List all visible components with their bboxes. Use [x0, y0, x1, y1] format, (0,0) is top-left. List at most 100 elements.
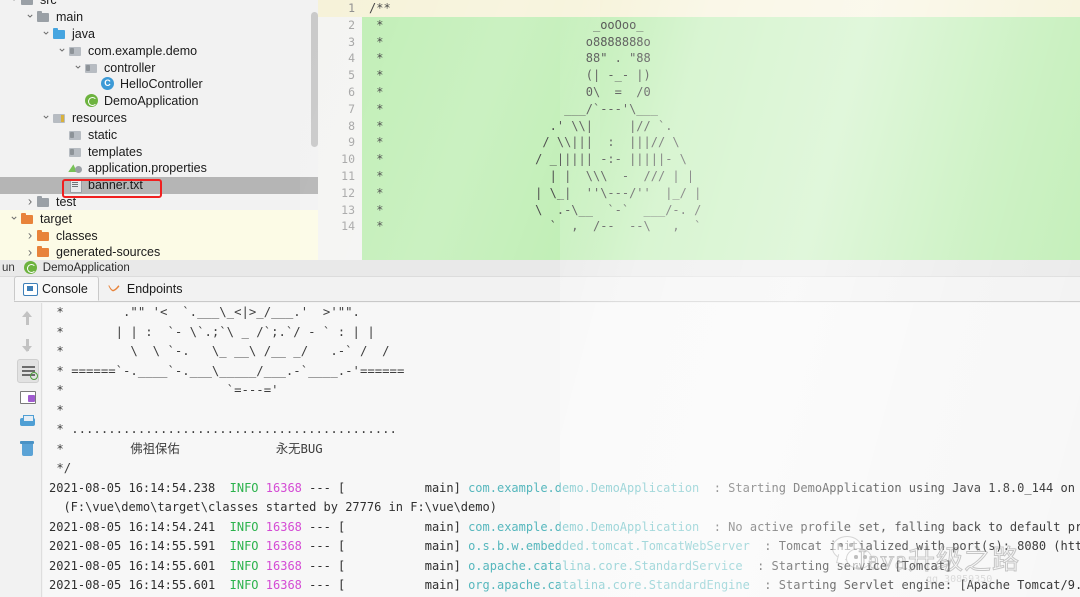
log-message: : Tomcat initialized with port(s): 8080 … — [749, 539, 1080, 553]
log-thread: main] — [345, 539, 461, 553]
log-timestamp: 2021-08-05 16:14:54.241 — [49, 519, 216, 534]
chevron-down-icon[interactable] — [56, 44, 68, 56]
code-line[interactable]: * o8888888o — [362, 34, 1080, 51]
chevron-down-icon[interactable] — [24, 11, 36, 23]
print-button[interactable] — [17, 411, 39, 435]
chevron-down-icon[interactable] — [72, 61, 84, 73]
tree-row[interactable]: classes — [0, 227, 318, 244]
export-button[interactable] — [17, 385, 39, 409]
tree-row[interactable]: templates — [0, 143, 318, 160]
tree-row-label: target — [40, 211, 72, 226]
log-space — [259, 539, 266, 553]
console-banner-line: * ......................................… — [49, 422, 397, 436]
tree-row[interactable]: target — [0, 210, 318, 228]
code-line[interactable]: * / \\||| : |||// \ — [362, 134, 1080, 151]
code-line[interactable]: * _ooOoo_ — [362, 17, 1080, 34]
log-message: : Starting Servlet engine: [Apache Tomca… — [764, 578, 1080, 592]
log-space — [215, 481, 229, 495]
soft-wrap-button[interactable] — [16, 359, 39, 383]
code-line[interactable]: * ` , /-- --\ , ` — [362, 218, 1080, 235]
tree-row[interactable]: com.example.demo — [0, 42, 318, 59]
folder-orange-icon — [36, 245, 51, 259]
tree-row-label: static — [88, 127, 118, 142]
chevron-right-icon[interactable] — [24, 229, 36, 242]
log-logger: com.example.demo.DemoApplication — [468, 480, 700, 495]
console-output[interactable]: * ."" '< `.___\_<|>_/___.' >'"". * | | :… — [43, 303, 1080, 597]
code-line[interactable]: * | \_| ''\---/'' |_/ | — [362, 185, 1080, 202]
log-logger: o.s.b.w.embedded.tomcat.TomcatWebServer — [468, 539, 750, 553]
log-timestamp: 2021-08-05 16:14:55.601 — [49, 578, 216, 592]
package-icon — [68, 44, 83, 58]
log-level: INFO — [229, 539, 259, 553]
tree-row[interactable]: banner.txt — [0, 176, 318, 194]
log-space — [461, 578, 468, 592]
tree-scrollbar[interactable] — [311, 12, 318, 147]
spring-boot-icon — [84, 94, 99, 108]
code-line[interactable]: * ___/`---'\___ — [362, 101, 1080, 118]
scroll-up-button[interactable] — [17, 307, 39, 331]
log-message: : Starting DemoApplication using Java 1.… — [713, 480, 1075, 495]
code-line[interactable]: * \ .-\__ `-` ___/-. / — [362, 202, 1080, 219]
chevron-down-icon[interactable] — [40, 27, 52, 39]
tree-row[interactable]: application.properties — [0, 160, 318, 177]
log-space — [215, 539, 229, 553]
tree-row-label: java — [72, 26, 95, 41]
code-line[interactable]: * .' \\| |// `. — [362, 118, 1080, 135]
tree-row-label: generated-sources — [56, 245, 161, 260]
line-number: 14 — [341, 219, 355, 234]
console-banner-line: * | | : `- \`.;`\ _ /`;.`/ - ` : | | — [49, 324, 375, 339]
log-thread: main] — [345, 558, 461, 573]
code-line[interactable]: * 88" . "88 — [362, 50, 1080, 67]
tree-row-label: HelloController — [120, 77, 203, 92]
chevron-right-icon[interactable] — [24, 245, 36, 258]
log-timestamp: 2021-08-05 16:14:55.601 — [49, 558, 216, 573]
log-space — [259, 578, 266, 592]
tree-row[interactable]: static — [0, 126, 318, 143]
console-side-toolbar[interactable] — [14, 303, 42, 597]
tree-row-label: resources — [72, 110, 127, 125]
tree-row-label: classes — [56, 228, 98, 243]
log-logger: com.example.demo.DemoApplication — [468, 519, 700, 534]
log-space — [215, 520, 229, 534]
tree-row-label: main — [56, 10, 84, 25]
code-line[interactable]: * (| -_- |) — [362, 67, 1080, 84]
tree-row[interactable]: test — [0, 194, 318, 211]
tree-row[interactable]: controller — [0, 59, 318, 76]
tree-row[interactable]: generated-sources — [0, 243, 318, 260]
clear-all-button[interactable] — [17, 437, 39, 461]
log-space — [461, 559, 468, 573]
code-line[interactable]: /** — [362, 0, 1080, 17]
scroll-down-button[interactable] — [17, 333, 39, 357]
log-pid: 16368 — [265, 480, 302, 495]
tree-row[interactable]: HelloController — [0, 76, 318, 93]
log-timestamp: 2021-08-05 16:14:54.238 — [49, 480, 216, 495]
chevron-right-icon[interactable] — [24, 195, 36, 208]
chevron-down-icon[interactable] — [8, 0, 20, 6]
tab-console[interactable]: Console — [14, 276, 99, 301]
tree-row[interactable]: src — [0, 0, 318, 9]
tab-endpoints[interactable]: Endpoints — [99, 276, 194, 301]
console-banner-line: */ — [49, 461, 72, 475]
chevron-down-icon[interactable] — [40, 111, 52, 123]
line-number: 8 — [348, 118, 355, 133]
code-line[interactable]: * / _||||| -:- |||||- \ — [362, 151, 1080, 168]
editor-code-area[interactable]: /** * _ooOoo_ * o8888888o * 88" . "88 * … — [362, 0, 1080, 260]
chevron-down-icon[interactable] — [8, 212, 20, 224]
log-pid: 16368 — [265, 558, 302, 573]
run-configuration-name[interactable]: DemoApplication — [43, 262, 130, 274]
log-space — [461, 520, 468, 534]
project-tool-window[interactable]: src mainjava com.example.demo controller Hel… — [0, 0, 318, 260]
console-banner-line: * ======`-.____`-.___\_____/___.-`____.-… — [49, 363, 405, 378]
run-window-tabbar[interactable]: Console Endpoints — [14, 276, 1080, 302]
line-number: 11 — [341, 168, 355, 183]
tree-row[interactable]: java — [0, 26, 318, 43]
resources-icon — [52, 111, 67, 125]
code-line[interactable]: * 0\ = /0 — [362, 84, 1080, 101]
log-level: INFO — [229, 578, 259, 592]
tree-row[interactable]: resources — [0, 110, 318, 127]
line-number: 13 — [341, 202, 355, 217]
banner-txt-editor[interactable]: 1 2 3 4 5 6 7 8 9 10 11 12 13 14 /** * _ooOoo_ * o888… — [318, 0, 1080, 260]
code-line[interactable]: * | | \\\ - /// | | — [362, 168, 1080, 185]
log-separator: --- [ — [309, 578, 346, 592]
log-pid: 16368 — [265, 539, 302, 553]
